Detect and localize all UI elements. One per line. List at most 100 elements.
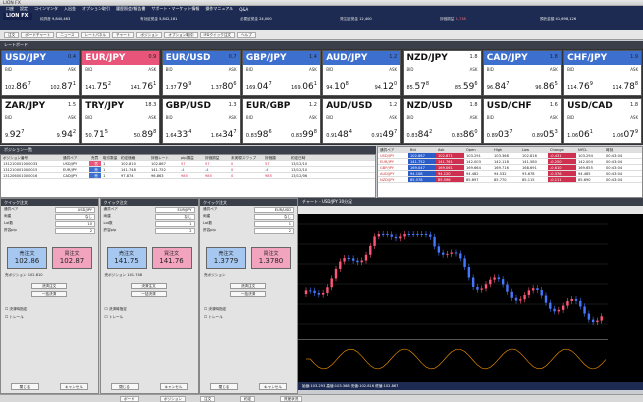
settle-option-checkbox[interactable]: ☐ 決済時指定 bbox=[204, 307, 226, 312]
table-row[interactable]: NZD/JPY 85.578 85.596 85.697 85.770 85.115 -0.… bbox=[378, 177, 642, 183]
toolbar-button[interactable]: ヘルプ bbox=[237, 31, 256, 38]
form-field[interactable]: Lot数 10 bbox=[1, 220, 98, 227]
sell-order-button[interactable]: 売注文 1.3779 bbox=[206, 247, 246, 269]
bid-price[interactable]: 85.578 bbox=[407, 81, 430, 92]
bid-price[interactable]: 9.927 bbox=[5, 129, 24, 140]
settle-button[interactable]: 決済注文 bbox=[130, 283, 167, 289]
footer-tab[interactable]: ポジション bbox=[160, 396, 186, 402]
ask-price[interactable]: 1.37806 bbox=[211, 81, 237, 92]
form-field[interactable]: 通貨ペア EUR/JPY bbox=[101, 206, 198, 213]
rate-tile[interactable]: TRY/JPY 18.3 BID ASK 50.715 50.898 bbox=[81, 97, 161, 144]
field-value[interactable]: USD/JPY bbox=[55, 206, 95, 213]
rate-tile[interactable]: CAD/JPY 1.8 BID ASK 96.847 96.865 bbox=[482, 50, 562, 96]
ask-price[interactable]: 1.64347 bbox=[211, 129, 237, 140]
field-value[interactable]: 2 bbox=[55, 227, 95, 234]
rate-tile[interactable]: USD/JPY 0.4 BID ASK 102.867 102.871 bbox=[1, 50, 80, 96]
toolbar-button[interactable]: ポジション bbox=[136, 31, 163, 38]
bid-price[interactable]: 0.83986 bbox=[246, 129, 272, 140]
settle-button[interactable]: 決済注文 bbox=[31, 283, 67, 289]
rate-tile[interactable]: EUR/GBP 1.2 BID ASK 0.83986 0.83998 bbox=[241, 97, 321, 144]
settle-button[interactable]: 決済注文 bbox=[230, 283, 266, 289]
footer-tab[interactable]: 注文 bbox=[200, 396, 216, 402]
close-button[interactable]: 閉じる bbox=[11, 383, 39, 390]
sell-order-button[interactable]: 売注文 141.75 bbox=[106, 247, 147, 269]
form-field[interactable]: 通貨ペア USD/JPY bbox=[1, 206, 98, 213]
bid-price[interactable]: 0.91484 bbox=[326, 129, 352, 140]
settle-all-button[interactable]: 一括決済 bbox=[130, 291, 167, 297]
form-field[interactable]: 両建 なし bbox=[1, 213, 98, 220]
form-field[interactable]: 両建 なし bbox=[200, 213, 297, 220]
ask-price[interactable]: 0.83998 bbox=[291, 129, 317, 140]
footer-tab[interactable]: 資産状況 bbox=[280, 396, 303, 402]
buy-order-button[interactable]: 買注文 102.87 bbox=[52, 247, 92, 269]
form-field[interactable]: Lot数 1 bbox=[200, 220, 297, 227]
form-field[interactable]: 許容pip 2 bbox=[1, 227, 98, 234]
trail-checkbox[interactable]: ☐ トレール bbox=[5, 315, 24, 320]
field-value[interactable]: EUR/USD bbox=[254, 206, 294, 213]
toolbar-button[interactable]: ボードチャート bbox=[21, 31, 55, 38]
bid-price[interactable]: 1.06061 bbox=[567, 129, 593, 140]
ask-price[interactable]: 50.898 bbox=[134, 129, 157, 140]
form-field[interactable]: 両建 なし bbox=[101, 213, 198, 220]
form-field[interactable]: 許容pip 2 bbox=[200, 227, 297, 234]
buy-order-button[interactable]: 買注文 141.76 bbox=[151, 247, 192, 269]
field-value[interactable]: 1 bbox=[154, 220, 195, 227]
ask-price[interactable]: 85.596 bbox=[455, 81, 478, 92]
cancel-button[interactable]: キャンセル bbox=[60, 383, 88, 390]
field-value[interactable]: なし bbox=[55, 213, 95, 220]
rate-tile[interactable]: EUR/JPY 0.9 BID ASK 141.752 141.761 bbox=[81, 50, 161, 96]
ask-price[interactable]: 0.91497 bbox=[371, 129, 397, 140]
cancel-button[interactable]: キャンセル bbox=[159, 383, 188, 390]
rate-tile[interactable]: AUD/USD 1.2 BID ASK 0.91484 0.91497 bbox=[322, 97, 402, 144]
sell-order-button[interactable]: 売注文 102.86 bbox=[7, 247, 47, 269]
rate-tile[interactable]: USD/CHF 1.6 BID ASK 0.89037 0.89053 bbox=[482, 97, 562, 144]
bid-price[interactable]: 96.847 bbox=[487, 81, 510, 92]
ask-price[interactable]: 96.865 bbox=[535, 81, 558, 92]
field-value[interactable]: 2 bbox=[154, 227, 195, 234]
settle-all-button[interactable]: 一括決済 bbox=[230, 291, 266, 297]
field-value[interactable]: なし bbox=[154, 213, 195, 220]
ask-price[interactable]: 169.061 bbox=[291, 81, 317, 92]
bid-price[interactable]: 0.89037 bbox=[487, 129, 513, 140]
close-button[interactable]: 閉じる bbox=[110, 383, 139, 390]
ask-price[interactable]: 102.871 bbox=[50, 81, 76, 92]
toolbar-button[interactable]: レートパネル bbox=[80, 31, 111, 38]
trail-checkbox[interactable]: ☐ トレール bbox=[105, 315, 124, 320]
form-field[interactable]: 許容pip 2 bbox=[101, 227, 198, 234]
rate-tile[interactable]: EUR/USD 0.7 BID ASK 1.37799 1.37806 bbox=[161, 50, 241, 96]
ask-price[interactable]: 9.942 bbox=[57, 129, 76, 140]
ask-price[interactable]: 0.89053 bbox=[532, 129, 558, 140]
footer-tab[interactable]: ボード bbox=[120, 396, 139, 402]
chart-toolbar[interactable] bbox=[298, 206, 643, 214]
rate-tile[interactable]: AUD/JPY 1.2 BID ASK 94.108 94.120 bbox=[322, 50, 402, 96]
close-button[interactable]: 閉じる bbox=[210, 383, 238, 390]
toolbar-button[interactable]: ニュース bbox=[56, 31, 79, 38]
ask-price[interactable]: 0.83860 bbox=[452, 129, 478, 140]
bid-price[interactable]: 1.64334 bbox=[166, 129, 192, 140]
form-field[interactable]: Lot数 1 bbox=[101, 220, 198, 227]
table-row[interactable]: 131206001000016 CAD/JPY 売 1 97.874 96.863 985 9… bbox=[1, 173, 375, 179]
price-chart[interactable] bbox=[298, 214, 643, 390]
field-value[interactable]: 2 bbox=[254, 227, 294, 234]
toolbar-button[interactable]: チャート bbox=[112, 31, 135, 38]
settle-all-button[interactable]: 一括決済 bbox=[31, 291, 67, 297]
bid-price[interactable]: 0.83842 bbox=[407, 129, 433, 140]
bid-price[interactable]: 50.715 bbox=[85, 129, 108, 140]
settle-option-checkbox[interactable]: ☐ 決済時指定 bbox=[105, 307, 127, 312]
ask-price[interactable]: 114.788 bbox=[612, 81, 638, 92]
ask-price[interactable]: 141.761 bbox=[131, 81, 157, 92]
field-value[interactable]: EUR/JPY bbox=[154, 206, 195, 213]
ask-price[interactable]: 94.120 bbox=[375, 81, 398, 92]
toolbar-button[interactable]: オプション取引 bbox=[164, 31, 198, 38]
form-field[interactable]: 通貨ペア EUR/USD bbox=[200, 206, 297, 213]
rate-tile[interactable]: ZAR/JPY 1.5 BID ASK 9.927 9.942 bbox=[1, 97, 80, 144]
field-value[interactable]: 1 bbox=[254, 220, 294, 227]
menu-item[interactable]: Q&A bbox=[239, 7, 248, 12]
rate-tile[interactable]: USD/CAD 1.8 BID ASK 1.06061 1.06079 bbox=[563, 97, 643, 144]
toolbar-button[interactable]: IFDクイック注文 bbox=[199, 31, 236, 38]
bid-price[interactable]: 94.108 bbox=[326, 81, 349, 92]
toolbar-button[interactable]: 注文 bbox=[4, 31, 20, 38]
buy-order-button[interactable]: 買注文 1.3780 bbox=[251, 247, 291, 269]
rate-tile[interactable]: GBP/USD 1.3 BID ASK 1.64334 1.64347 bbox=[161, 97, 241, 144]
settle-option-checkbox[interactable]: ☐ 決済時指定 bbox=[5, 307, 27, 312]
